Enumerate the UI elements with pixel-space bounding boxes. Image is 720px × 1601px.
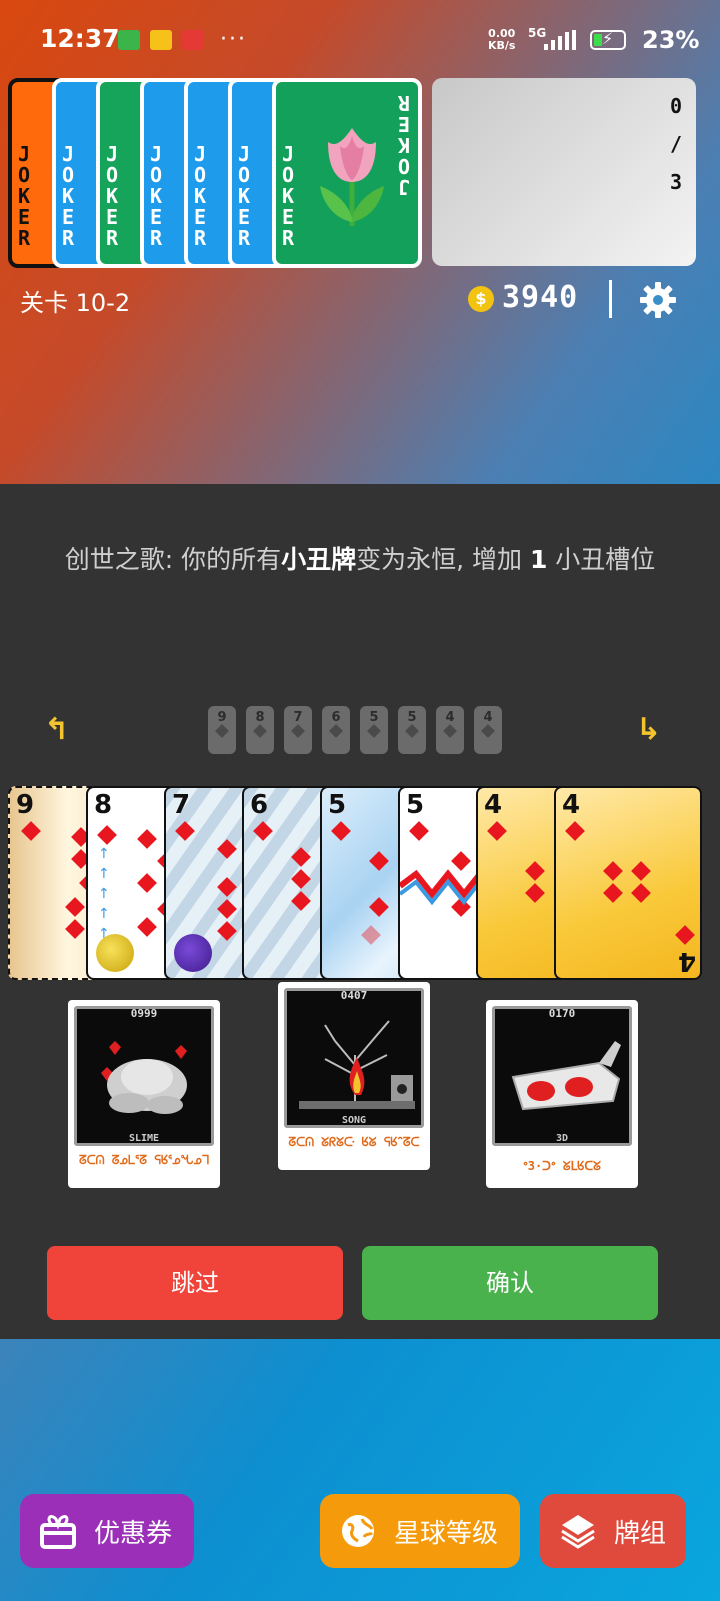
layers-icon xyxy=(561,1515,595,1549)
mini-card[interactable]: 4 xyxy=(436,706,464,754)
mini-card-row: 9 8 7 6 5 5 4 4 xyxy=(208,706,502,754)
mini-card[interactable]: 4 xyxy=(474,706,502,754)
battery-percent: 23% xyxy=(642,26,700,54)
skip-button[interactable]: 跳过 xyxy=(47,1246,343,1320)
signal-icon xyxy=(544,30,576,50)
card-rank: 8 xyxy=(94,790,113,820)
card-rank: 4 xyxy=(484,790,503,820)
joker-row: J O K E R J O K E R J O K E R J O K E R … xyxy=(0,76,430,270)
charging-app-icon xyxy=(118,30,140,50)
joker-label-rotated: J O K E R xyxy=(397,91,411,199)
gold-seal-icon xyxy=(96,934,134,972)
desc-suffix: 小丑槽位 xyxy=(547,545,656,574)
coupon-label: 优惠券 xyxy=(94,1518,173,1549)
coin-value: 3940 xyxy=(502,280,579,315)
mini-card[interactable]: 6 xyxy=(322,706,350,754)
slot-count-max: 3 xyxy=(669,170,682,194)
joker-label: J O K E R xyxy=(193,142,207,250)
joker-label: J O K E R xyxy=(281,142,295,250)
planet-level-button[interactable]: 星球等级 xyxy=(320,1494,520,1568)
purple-seal-icon xyxy=(174,934,212,972)
header-divider xyxy=(609,280,612,318)
choice-card-3d-glasses[interactable]: 0170 3D ᐤ3·ᑐᐤ ᘜᒪᖉᑕᘜ xyxy=(486,1000,638,1188)
mini-card[interactable]: 5 xyxy=(360,706,388,754)
status-bar: 12:37 ··· 0.00 KB/s 5G ⚡ 23% xyxy=(0,0,720,80)
arrows-decoration: ↑ ↑ ↑ ↑ ↑ xyxy=(98,846,110,942)
joker-label: J O K E R xyxy=(237,142,251,250)
joker-slot-panel: 0 / 3 xyxy=(432,78,696,266)
mini-card[interactable]: 7 xyxy=(284,706,312,754)
choice-rune-text: ᘔᑕᕬ ᘜᖇᘜᑢ ᖉᘜ ᕋᖉᐢᘔᑕ xyxy=(288,1135,420,1149)
choice-code: 0999 xyxy=(130,1007,158,1020)
choice-rune-text: ᐤ3·ᑐᐤ ᘜᒪᖉᑕᘜ xyxy=(523,1159,601,1173)
coupon-button[interactable]: 优惠券 xyxy=(20,1494,194,1568)
scroll-right-arrow[interactable]: ↳ xyxy=(636,712,661,747)
confirm-button[interactable]: 确认 xyxy=(362,1246,658,1320)
choice-rune-text: ᘔᑕᕬ ᘔᓄᒪᕐᘔ ᕋᖉᕐᓄᖓᓄᒣ xyxy=(78,1153,210,1167)
planet-level-label: 星球等级 xyxy=(394,1518,499,1549)
choice-name: SONG xyxy=(341,1115,367,1126)
card-rank: 5 xyxy=(328,790,347,820)
song-artwork: 0407 SONG xyxy=(284,988,424,1128)
choice-name: 3D xyxy=(555,1133,569,1144)
meituan-app-icon xyxy=(150,30,172,50)
effect-description: 创世之歌: 你的所有小丑牌变为永恒, 增加 1 小丑槽位 xyxy=(0,540,720,576)
joker-label: J O K E R xyxy=(61,142,75,250)
net-speed-unit: KB/s xyxy=(488,39,516,52)
coin-icon: $ xyxy=(468,286,494,312)
joker-label: J O K E R xyxy=(17,142,31,250)
slot-count-separator: / xyxy=(669,132,682,156)
glasses-artwork: 0170 3D xyxy=(492,1006,632,1146)
desc-bold-count: 1 xyxy=(529,545,548,574)
mini-card[interactable]: 8 xyxy=(246,706,274,754)
joker-label: J O K E R xyxy=(149,142,163,250)
network-speed: 0.00 KB/s xyxy=(488,28,515,52)
level-label: 关卡 10-2 xyxy=(20,289,131,317)
3d-glasses-icon xyxy=(511,1041,621,1111)
playing-card-gold-2[interactable]: 4 4 xyxy=(554,786,702,980)
desc-prefix: 创世之歌: 你的所有 xyxy=(64,545,282,574)
desc-bold-joker: 小丑牌 xyxy=(281,545,357,574)
slime-artwork: 0999 SLIME xyxy=(74,1006,214,1146)
notification-icons: ··· xyxy=(118,27,247,52)
scroll-left-arrow[interactable]: ↰ xyxy=(44,712,69,747)
hand-row: 9 8 ↑↑↑↑↑ 7 6 5 5 5 4 4 4 xyxy=(0,0,720,980)
deck-label: 牌组 xyxy=(614,1518,667,1549)
mini-card[interactable]: 5 xyxy=(398,706,426,754)
settings-gear-icon[interactable] xyxy=(638,280,678,320)
joker-label: J O K E R xyxy=(105,142,119,250)
status-time: 12:37 xyxy=(40,24,120,53)
more-notifications-icon: ··· xyxy=(220,27,247,52)
gift-icon xyxy=(40,1515,76,1549)
slime-icon xyxy=(101,1041,187,1114)
card-rank: 9 xyxy=(16,790,35,820)
slot-count-current: 0 xyxy=(669,94,682,118)
battery-icon: ⚡ xyxy=(590,29,626,50)
choice-code: 0170 xyxy=(548,1007,576,1020)
choice-card-song[interactable]: 0407 SONG ᘔᑕᕬ ᘜᖇᘜᑢ ᖉᘜ ᕋᖉᐢᘔᑕ xyxy=(278,982,430,1170)
card-rank: 6 xyxy=(250,790,269,820)
globe-icon xyxy=(342,1515,374,1547)
mini-card[interactable]: 9 xyxy=(208,706,236,754)
choice-name: SLIME xyxy=(128,1133,160,1144)
desc-middle: 变为永恒, 增加 xyxy=(356,545,530,574)
card-rank-corner: 4 xyxy=(677,946,696,976)
choice-code: 0407 xyxy=(340,989,368,1002)
deck-button[interactable]: 牌组 xyxy=(540,1494,686,1568)
card-rank: 5 xyxy=(406,790,425,820)
joker-card-tulip[interactable]: J O K E R J O K E R xyxy=(272,78,422,268)
app-notification-icon xyxy=(182,30,204,50)
tulip-icon xyxy=(320,128,384,226)
burning-tree-icon xyxy=(299,1020,415,1109)
card-rank: 4 xyxy=(562,790,581,820)
card-rank: 7 xyxy=(172,790,191,820)
choice-card-slime[interactable]: 0999 SLIME ᘔᑕᕬ ᘔᓄᒪᕐᘔ ᕋᖉᕐᓄᖓᓄᒣ xyxy=(68,1000,220,1188)
